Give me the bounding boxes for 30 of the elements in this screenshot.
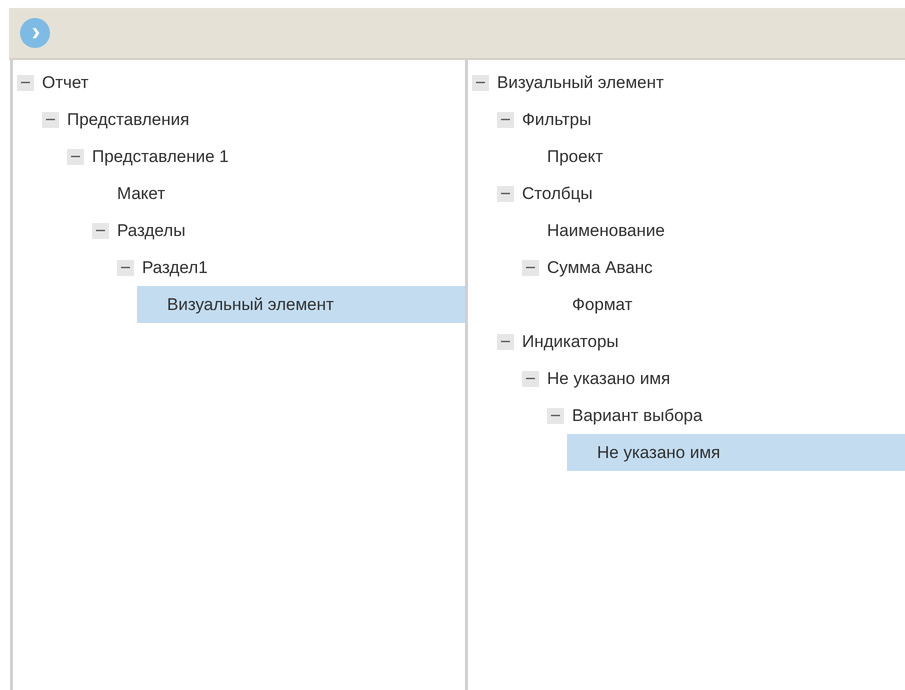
tree-item[interactable]: Отчет [13,64,465,101]
tree-item[interactable]: Формат [468,286,905,323]
tree-item[interactable]: Не указано имя [567,434,905,471]
tree-item[interactable]: Наименование [468,212,905,249]
collapse-icon[interactable] [92,222,109,238]
collapse-icon[interactable] [117,260,134,276]
tree-item[interactable]: Визуальный элемент [468,64,905,101]
collapse-icon[interactable] [497,112,514,128]
tree-item[interactable]: Индикаторы [468,323,905,360]
collapse-icon[interactable] [472,74,489,90]
tree-item[interactable]: Не указано имя [468,360,905,397]
tree-item[interactable]: Представления [13,101,465,138]
tree-item[interactable]: Сумма Аванс [468,249,905,286]
tree-item[interactable]: Проект [468,138,905,175]
collapse-icon[interactable] [547,408,564,424]
tree-item[interactable]: Разделы [13,212,465,249]
collapse-icon[interactable] [522,260,539,276]
collapse-icon[interactable] [497,186,514,202]
tree-item[interactable]: Столбцы [468,175,905,212]
tree-item[interactable]: Вариант выбора [468,397,905,434]
collapse-icon[interactable] [17,74,34,90]
collapse-icon[interactable] [67,148,84,164]
collapse-icon[interactable] [497,334,514,350]
tree-item[interactable]: Раздел1 [13,249,465,286]
tree-item[interactable]: Визуальный элемент [137,286,465,323]
collapse-icon[interactable] [42,112,59,128]
tree-item[interactable]: Макет [13,175,465,212]
tree-item[interactable]: Фильтры [468,101,905,138]
tree-item[interactable]: Представление 1 [13,138,465,175]
collapse-icon[interactable] [522,370,539,386]
